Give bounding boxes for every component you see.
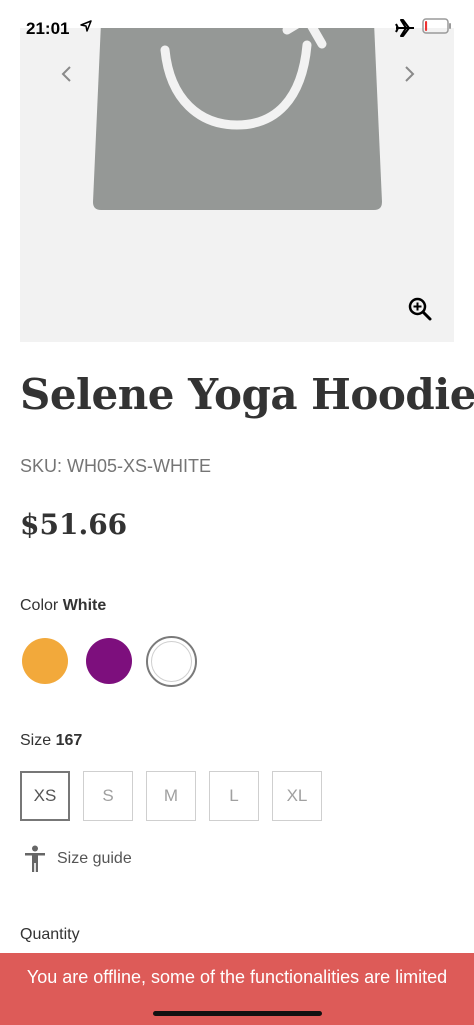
product-gallery[interactable] [20, 0, 454, 342]
size-label: Size 167 [20, 732, 82, 750]
airplane-icon [395, 19, 414, 37]
size-option-m[interactable]: M [146, 771, 196, 821]
color-label: Color White [20, 597, 106, 615]
home-indicator [153, 1011, 322, 1016]
location-arrow-icon [80, 20, 92, 32]
size-option-xl[interactable]: XL [272, 771, 322, 821]
chevron-left-icon[interactable] [58, 64, 76, 84]
color-swatch-purple[interactable] [86, 638, 132, 684]
shopping-bag-placeholder-image [93, 0, 382, 210]
color-swatch-orange[interactable] [22, 638, 68, 684]
product-title: Selene Yoga Hoodie [20, 370, 474, 419]
zoom-in-icon[interactable] [407, 296, 433, 322]
color-label-text: Color [20, 597, 59, 614]
quantity-label: Quantity [20, 926, 80, 943]
size-option-xs[interactable]: XS [20, 771, 70, 821]
size-guide-label: Size guide [57, 850, 132, 867]
size-option-s[interactable]: S [83, 771, 133, 821]
size-option-l[interactable]: L [209, 771, 259, 821]
product-price: $51.66 [20, 508, 128, 541]
chevron-right-icon[interactable] [400, 64, 418, 84]
selected-size-value: 167 [55, 732, 83, 749]
person-icon [25, 845, 45, 872]
offline-banner-text: You are offline, some of the functionali… [26, 967, 448, 987]
battery-low-icon [422, 18, 451, 34]
selected-color-value: White [62, 597, 107, 614]
product-sku: SKU: WH05-XS-WHITE [20, 456, 212, 476]
size-label-text: Size [20, 732, 52, 749]
status-time: 21:01 [26, 19, 70, 38]
status-bar: 21:01 [0, 0, 474, 38]
color-swatch-white[interactable] [146, 636, 197, 687]
